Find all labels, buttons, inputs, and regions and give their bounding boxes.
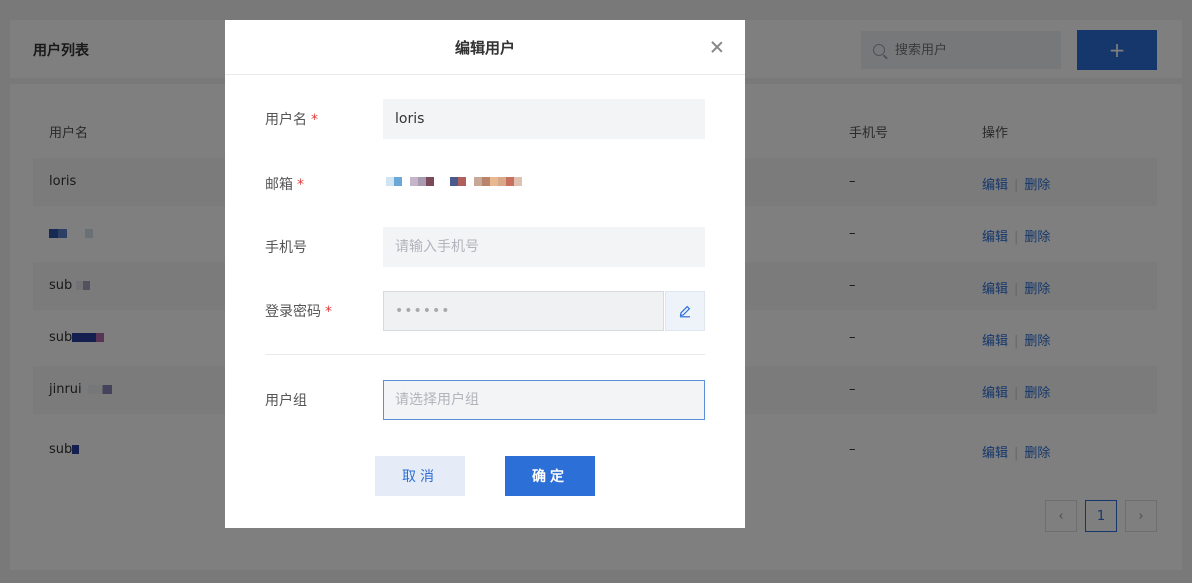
pencil-icon (679, 305, 691, 318)
redacted-block (506, 177, 514, 186)
email-label: 邮箱 * (265, 174, 304, 194)
username-field[interactable] (383, 99, 705, 139)
redacted-block (514, 177, 522, 186)
username-label: 用户名 * (265, 109, 318, 129)
redacted-block (426, 177, 434, 186)
password-label: 登录密码 * (265, 301, 332, 321)
phone-label: 手机号 (265, 240, 307, 256)
redacted-block (410, 177, 418, 186)
redacted-block (490, 177, 498, 186)
redacted-block (466, 177, 474, 186)
form-divider (265, 354, 705, 355)
redacted-block (394, 177, 402, 186)
redacted-block (418, 177, 426, 186)
edit-user-dialog: 编辑用户 用户名* 邮箱* 手机号 登录密码* 用户组 取消 确定 (225, 20, 745, 528)
edit-password-button[interactable] (665, 291, 705, 331)
required-marker: * (325, 304, 332, 320)
required-marker: * (297, 177, 304, 193)
username-label-text: 用户名 (265, 112, 307, 128)
redacted-block (474, 177, 482, 186)
password-label-text: 登录密码 (265, 304, 321, 320)
redacted-block (458, 177, 466, 186)
redacted-block (498, 177, 506, 186)
close-icon[interactable] (709, 39, 725, 55)
phone-field[interactable] (383, 227, 705, 267)
redacted-block (482, 177, 490, 186)
dialog-header: 编辑用户 (225, 20, 745, 75)
password-field[interactable] (383, 291, 664, 331)
redacted-block (434, 177, 450, 186)
confirm-button[interactable]: 确定 (505, 456, 595, 496)
redacted-block (402, 177, 410, 186)
email-label-text: 邮箱 (265, 177, 293, 193)
redacted-block (386, 177, 394, 186)
redacted-block (450, 177, 458, 186)
cancel-button[interactable]: 取消 (375, 456, 465, 496)
required-marker: * (311, 112, 318, 128)
user-group-select[interactable] (383, 380, 705, 420)
group-label: 用户组 (265, 393, 307, 409)
email-value-redacted (386, 177, 526, 186)
dialog-title: 编辑用户 (454, 39, 515, 57)
